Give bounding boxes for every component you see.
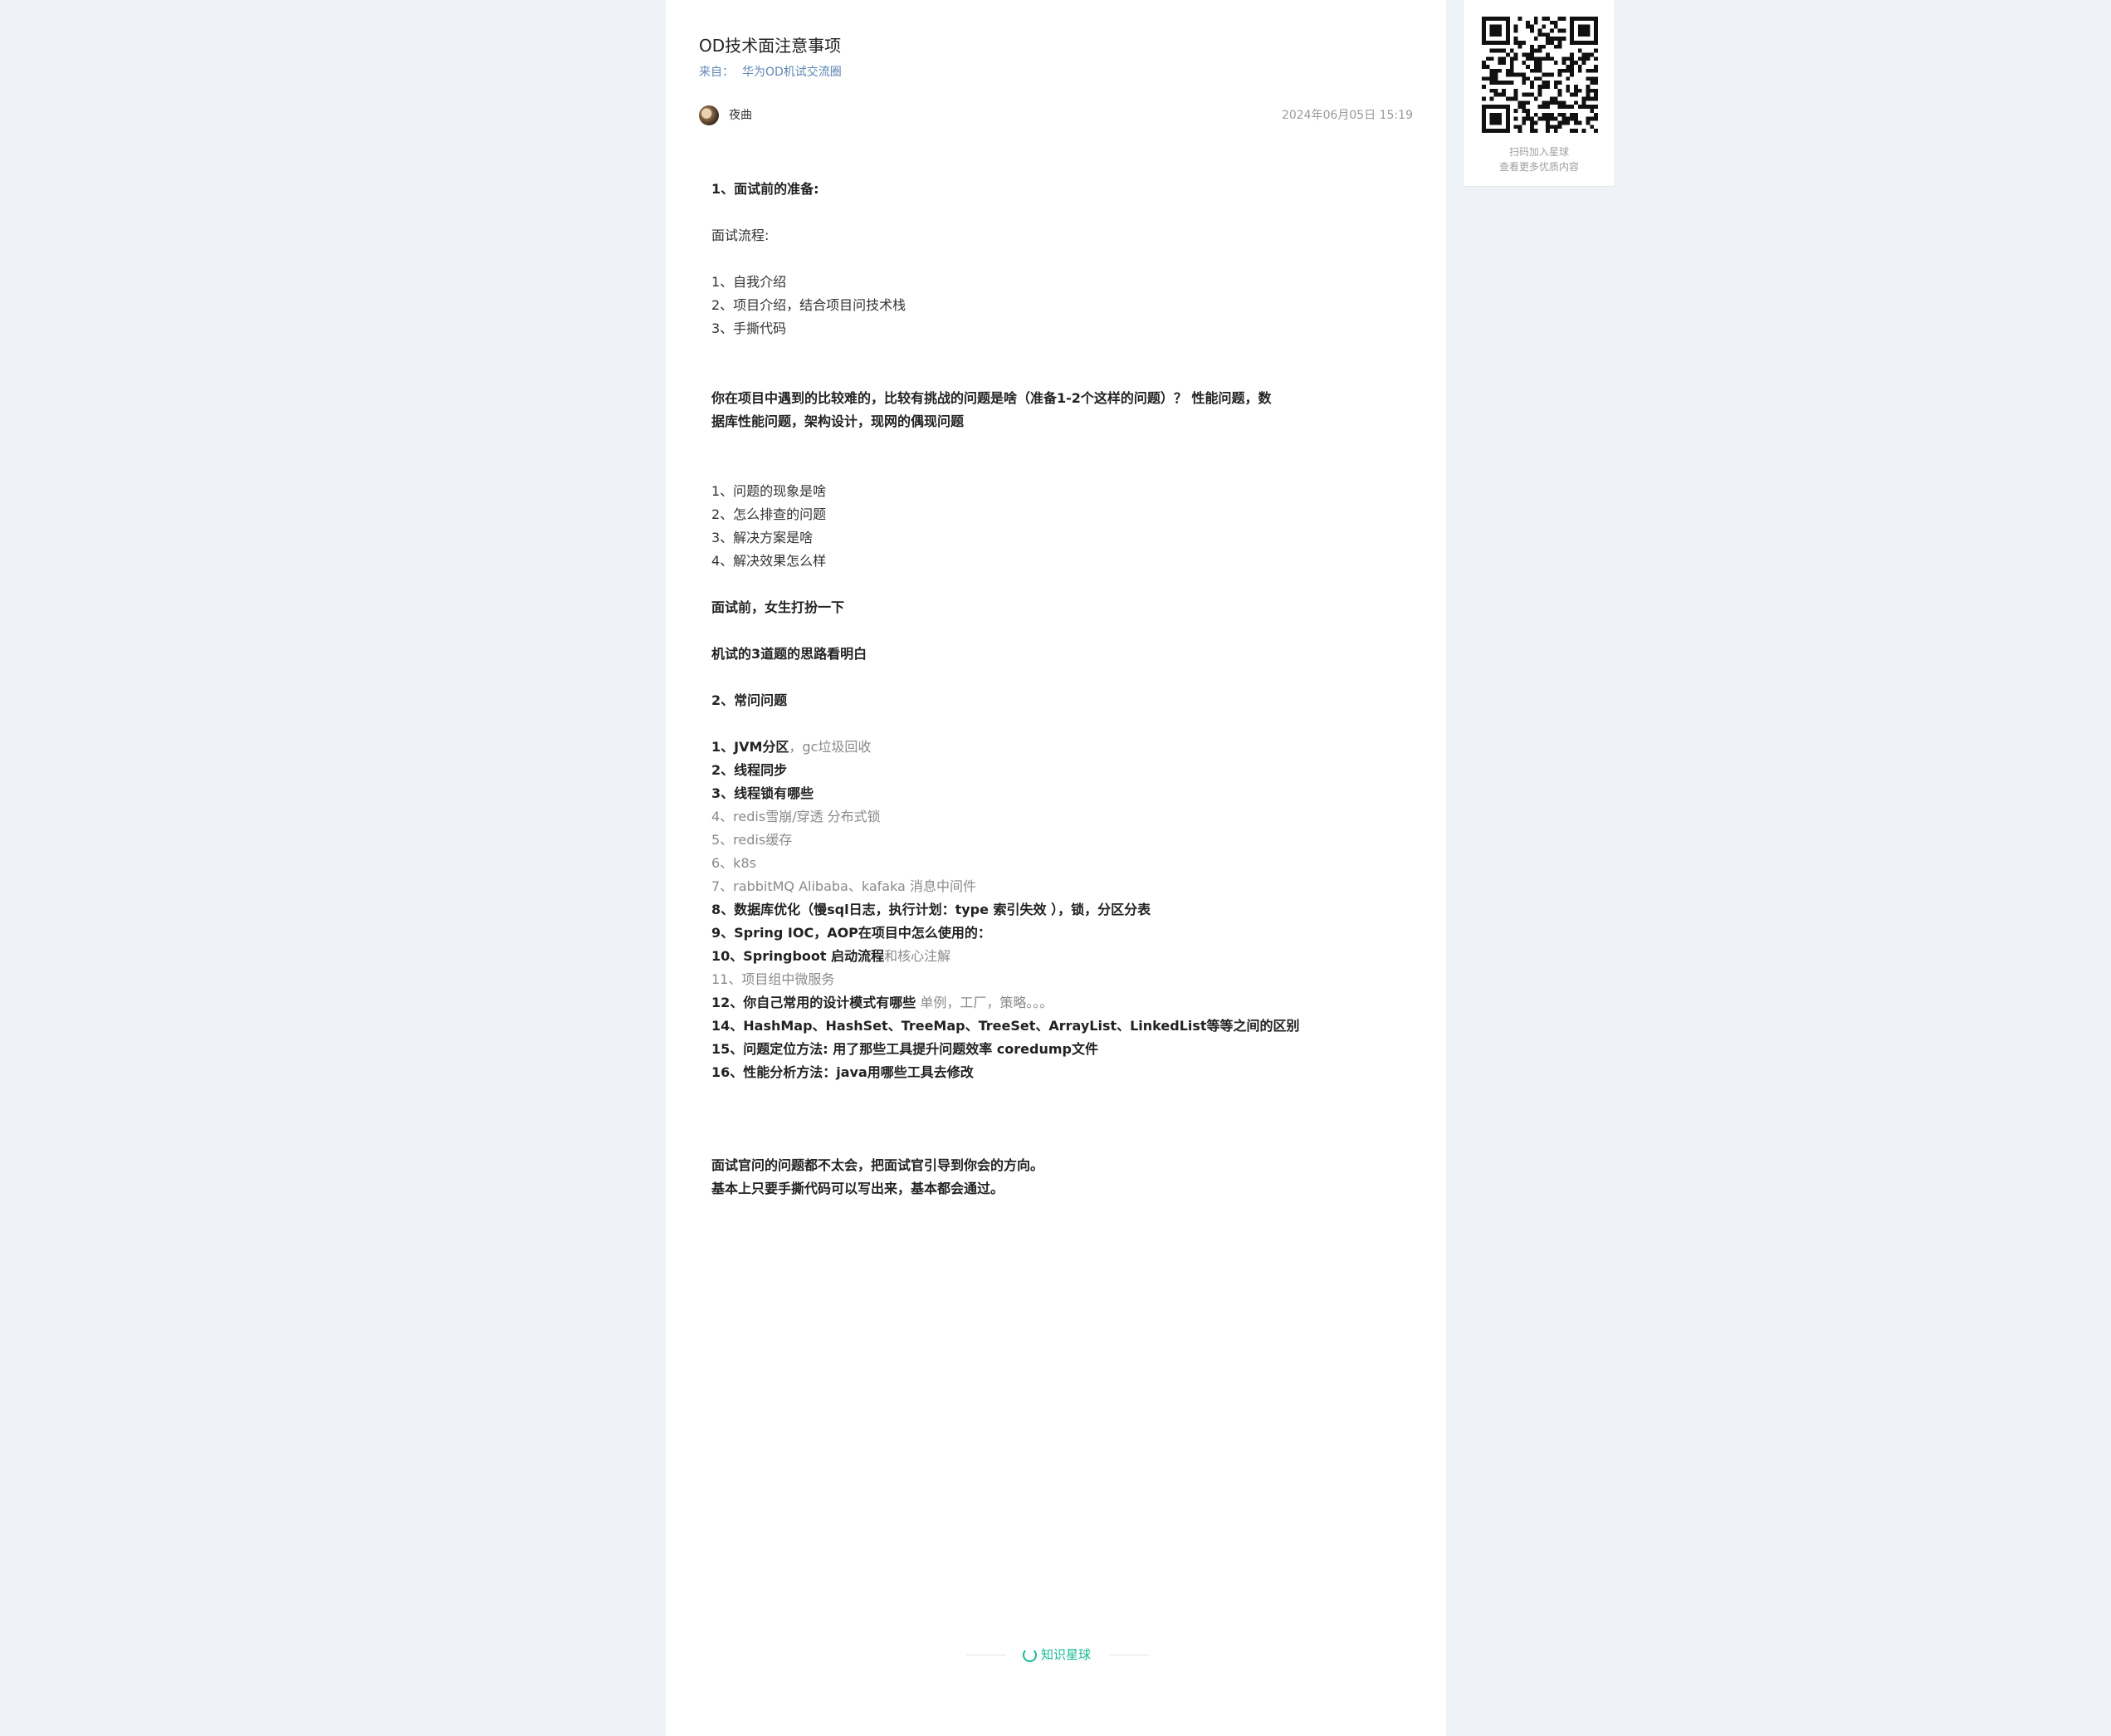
list-item: 3、手撕代码 bbox=[711, 320, 787, 336]
list-item: 10、Springboot 启动流程和核心注解 bbox=[711, 945, 1309, 968]
list-item: 3、解决方案是啥 bbox=[711, 530, 814, 545]
list-item-bold: 10、Springboot 启动流程 bbox=[711, 948, 885, 964]
qr-caption: 扫码加入星球 查看更多优质内容 bbox=[1464, 144, 1615, 174]
list-item: 12、你自己常用的设计模式有哪些 单例，工厂，策略。。。 bbox=[711, 991, 1309, 1015]
list-item: 16、性能分析方法：java用哪些工具去修改 bbox=[711, 1064, 974, 1080]
section-heading: 1、面试前的准备: bbox=[711, 181, 819, 197]
list-item-rest: 单例，工厂，策略。。。 bbox=[916, 995, 1053, 1010]
list-item: 6、k8s bbox=[711, 855, 756, 871]
post-date: 2024年06月05日 15:19 bbox=[1281, 109, 1413, 122]
planet-logo-icon bbox=[1023, 1648, 1037, 1662]
list-item: 11、项目组中微服务 bbox=[711, 971, 835, 987]
list-item: 7、rabbitMQ Alibaba、kafaka 消息中间件 bbox=[711, 878, 976, 894]
list-item: 2、怎么排查的问题 bbox=[711, 506, 827, 522]
list-item: 8、数据库优化（慢sql日志，执行计划：type 索引失效 ），锁，分区分表 bbox=[711, 902, 1151, 917]
list-item-bold: 1、JVM分区 bbox=[711, 739, 789, 755]
list-item: 4、redis雪崩/穿透 分布式锁 bbox=[711, 809, 881, 824]
article-panel: OD技术面注意事项 来自： 华为OD机试交流圈 夜曲 2024年06月05日 15… bbox=[666, 0, 1446, 1736]
list-item: 1、自我介绍 bbox=[711, 274, 787, 290]
source-prefix: 来自： bbox=[699, 66, 734, 79]
closing-paragraph: 基本上只要手撕代码可以写出来，基本都会通过。 bbox=[711, 1181, 1004, 1196]
section-heading: 2、常问问题 bbox=[711, 692, 788, 708]
list-item-bold: 12、你自己常用的设计模式有哪些 bbox=[711, 995, 916, 1010]
list-item: 5、redis缓存 bbox=[711, 832, 793, 848]
list-item: 4、解决效果怎么样 bbox=[711, 553, 827, 569]
article-source: 来自： 华为OD机试交流圈 bbox=[699, 63, 842, 81]
article-body: 1、面试前的准备: 面试流程: 1、自我介绍 2、项目介绍，结合项目问技术栈 3… bbox=[711, 178, 1309, 1201]
list-item: 1、问题的现象是啥 bbox=[711, 483, 827, 499]
author-row: 夜曲 2024年06月05日 15:19 bbox=[699, 105, 1413, 126]
source-group-link[interactable]: 华为OD机试交流圈 bbox=[742, 66, 842, 79]
list-item-rest: 和核心注解 bbox=[884, 948, 951, 964]
author-avatar[interactable] bbox=[699, 105, 719, 125]
closing-paragraph: 面试官问的问题都不太会，把面试官引导到你会的方向。 bbox=[711, 1157, 1044, 1173]
list-item: 15、问题定位方法: 用了那些工具提升问题效率 coredump文件 bbox=[711, 1041, 1098, 1057]
list-item: 9、Spring IOC，AOP在项目中怎么使用的： bbox=[711, 925, 991, 941]
challenge-question: 你在项目中遇到的比较难的，比较有挑战的问题是啥（准备1-2个这样的问题）？ 性能… bbox=[711, 390, 1272, 429]
paragraph: 面试流程: bbox=[711, 227, 770, 243]
tip-paragraph: 面试前，女生打扮一下 bbox=[711, 599, 845, 615]
author-name[interactable]: 夜曲 bbox=[729, 106, 752, 125]
tip-paragraph: 机试的3道题的思路看明白 bbox=[711, 646, 867, 662]
list-item: 2、线程同步 bbox=[711, 762, 788, 778]
list-item: 3、线程锁有哪些 bbox=[711, 785, 814, 801]
article-title: OD技术面注意事项 bbox=[699, 36, 842, 56]
list-item: 2、项目介绍，结合项目问技术栈 bbox=[711, 297, 906, 313]
brand-label[interactable]: 知识星球 bbox=[1041, 1645, 1091, 1665]
list-item: 1、JVM分区，gc垃圾回收 bbox=[711, 736, 1309, 759]
qr-code-icon bbox=[1482, 17, 1598, 133]
qr-caption-line: 查看更多优质内容 bbox=[1498, 161, 1579, 173]
list-item: 14、HashMap、HashSet、TreeMap、TreeSet、Array… bbox=[711, 1018, 1300, 1034]
qr-card: 扫码加入星球 查看更多优质内容 bbox=[1463, 0, 1615, 187]
qr-caption-line: 扫码加入星球 bbox=[1508, 146, 1569, 158]
footer-brand[interactable]: 知识星球 bbox=[966, 1644, 1149, 1665]
list-item-rest: ，gc垃圾回收 bbox=[789, 739, 872, 755]
